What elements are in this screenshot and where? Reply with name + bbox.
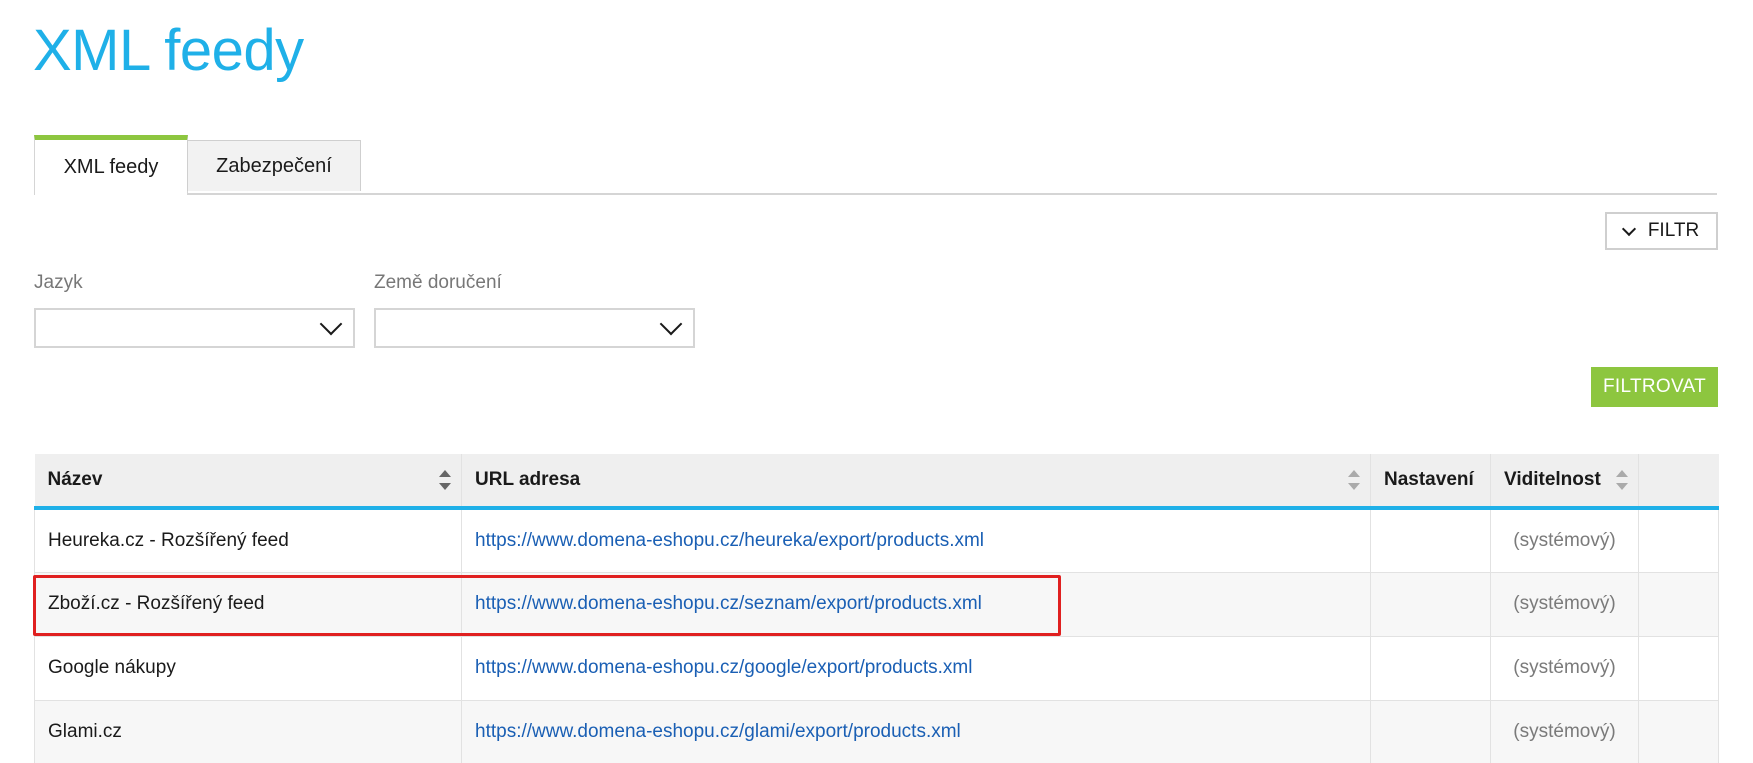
column-header-label: Název: [47, 469, 103, 490]
table-row[interactable]: Zboží.cz - Rozšířený feed https://www.do…: [34, 572, 1719, 637]
feeds-table: Název URL adresa Nastavení Viditelnost H…: [34, 454, 1719, 763]
chevron-down-icon: [319, 312, 343, 336]
page-title: XML feedy: [33, 18, 304, 83]
column-header-name[interactable]: Název: [34, 454, 462, 510]
column-header-settings: Nastavení: [1370, 454, 1491, 510]
table-row[interactable]: Google nákupy https://www.domena-eshopu.…: [34, 636, 1719, 701]
table-row[interactable]: Heureka.cz - Rozšířený feed https://www.…: [34, 508, 1719, 573]
column-header-label: Nastavení: [1384, 469, 1474, 490]
feed-settings: [1370, 572, 1491, 637]
feed-actions: [1638, 572, 1719, 637]
chevron-down-icon: [1621, 221, 1636, 236]
feed-settings: [1370, 700, 1491, 763]
sort-icon[interactable]: [1616, 470, 1628, 490]
feed-name[interactable]: Heureka.cz - Rozšířený feed: [34, 508, 462, 573]
feed-url-link[interactable]: https://www.domena-eshopu.cz/google/expo…: [475, 657, 972, 678]
feed-settings: [1370, 636, 1491, 701]
feed-name[interactable]: Google nákupy: [34, 636, 462, 701]
chevron-down-icon: [659, 312, 683, 336]
table-header-row: Název URL adresa Nastavení Viditelnost: [34, 454, 1719, 510]
page: XML feedy XML feedy Zabezpečení FILTR Ja…: [0, 0, 1753, 763]
feed-url-cell: https://www.domena-eshopu.cz/glami/expor…: [461, 700, 1371, 763]
tab-xml-feedy[interactable]: XML feedy: [34, 135, 188, 195]
feed-visibility: (systémový): [1490, 700, 1639, 763]
feed-name[interactable]: Glami.cz: [34, 700, 462, 763]
feed-name[interactable]: Zboží.cz - Rozšířený feed: [34, 572, 462, 637]
feed-url-link[interactable]: https://www.domena-eshopu.cz/glami/expor…: [475, 721, 961, 742]
filter-submit-button[interactable]: FILTROVAT: [1591, 367, 1718, 407]
table-row[interactable]: Glami.cz https://www.domena-eshopu.cz/gl…: [34, 700, 1719, 763]
feed-actions: [1638, 508, 1719, 573]
filter-toggle-label: FILTR: [1647, 220, 1700, 241]
feed-visibility: (systémový): [1490, 636, 1639, 701]
feed-visibility: (systémový): [1490, 572, 1639, 637]
column-header-actions: [1638, 454, 1719, 510]
language-select[interactable]: [34, 308, 355, 348]
country-select[interactable]: [374, 308, 695, 348]
country-label: Země doručení: [374, 272, 502, 293]
feed-settings: [1370, 508, 1491, 573]
feed-url-link[interactable]: https://www.domena-eshopu.cz/heureka/exp…: [475, 530, 984, 551]
feed-url-cell: https://www.domena-eshopu.cz/seznam/expo…: [461, 572, 1371, 637]
feed-url-cell: https://www.domena-eshopu.cz/heureka/exp…: [461, 508, 1371, 573]
feed-actions: [1638, 636, 1719, 701]
language-label: Jazyk: [34, 272, 83, 293]
tab-bar: XML feedy Zabezpečení: [34, 135, 1717, 195]
column-header-visibility[interactable]: Viditelnost: [1490, 454, 1639, 510]
filter-toggle-button[interactable]: FILTR: [1605, 212, 1718, 250]
feed-url-cell: https://www.domena-eshopu.cz/google/expo…: [461, 636, 1371, 701]
column-header-label: URL adresa: [475, 469, 581, 490]
column-header-url[interactable]: URL adresa: [461, 454, 1371, 510]
feed-url-link[interactable]: https://www.domena-eshopu.cz/seznam/expo…: [475, 593, 982, 614]
sort-icon[interactable]: [1348, 470, 1360, 490]
feed-visibility: (systémový): [1490, 508, 1639, 573]
sort-icon[interactable]: [439, 470, 451, 490]
column-header-label: Viditelnost: [1504, 469, 1601, 490]
feed-actions: [1638, 700, 1719, 763]
tab-zabezpeceni[interactable]: Zabezpečení: [187, 140, 361, 191]
